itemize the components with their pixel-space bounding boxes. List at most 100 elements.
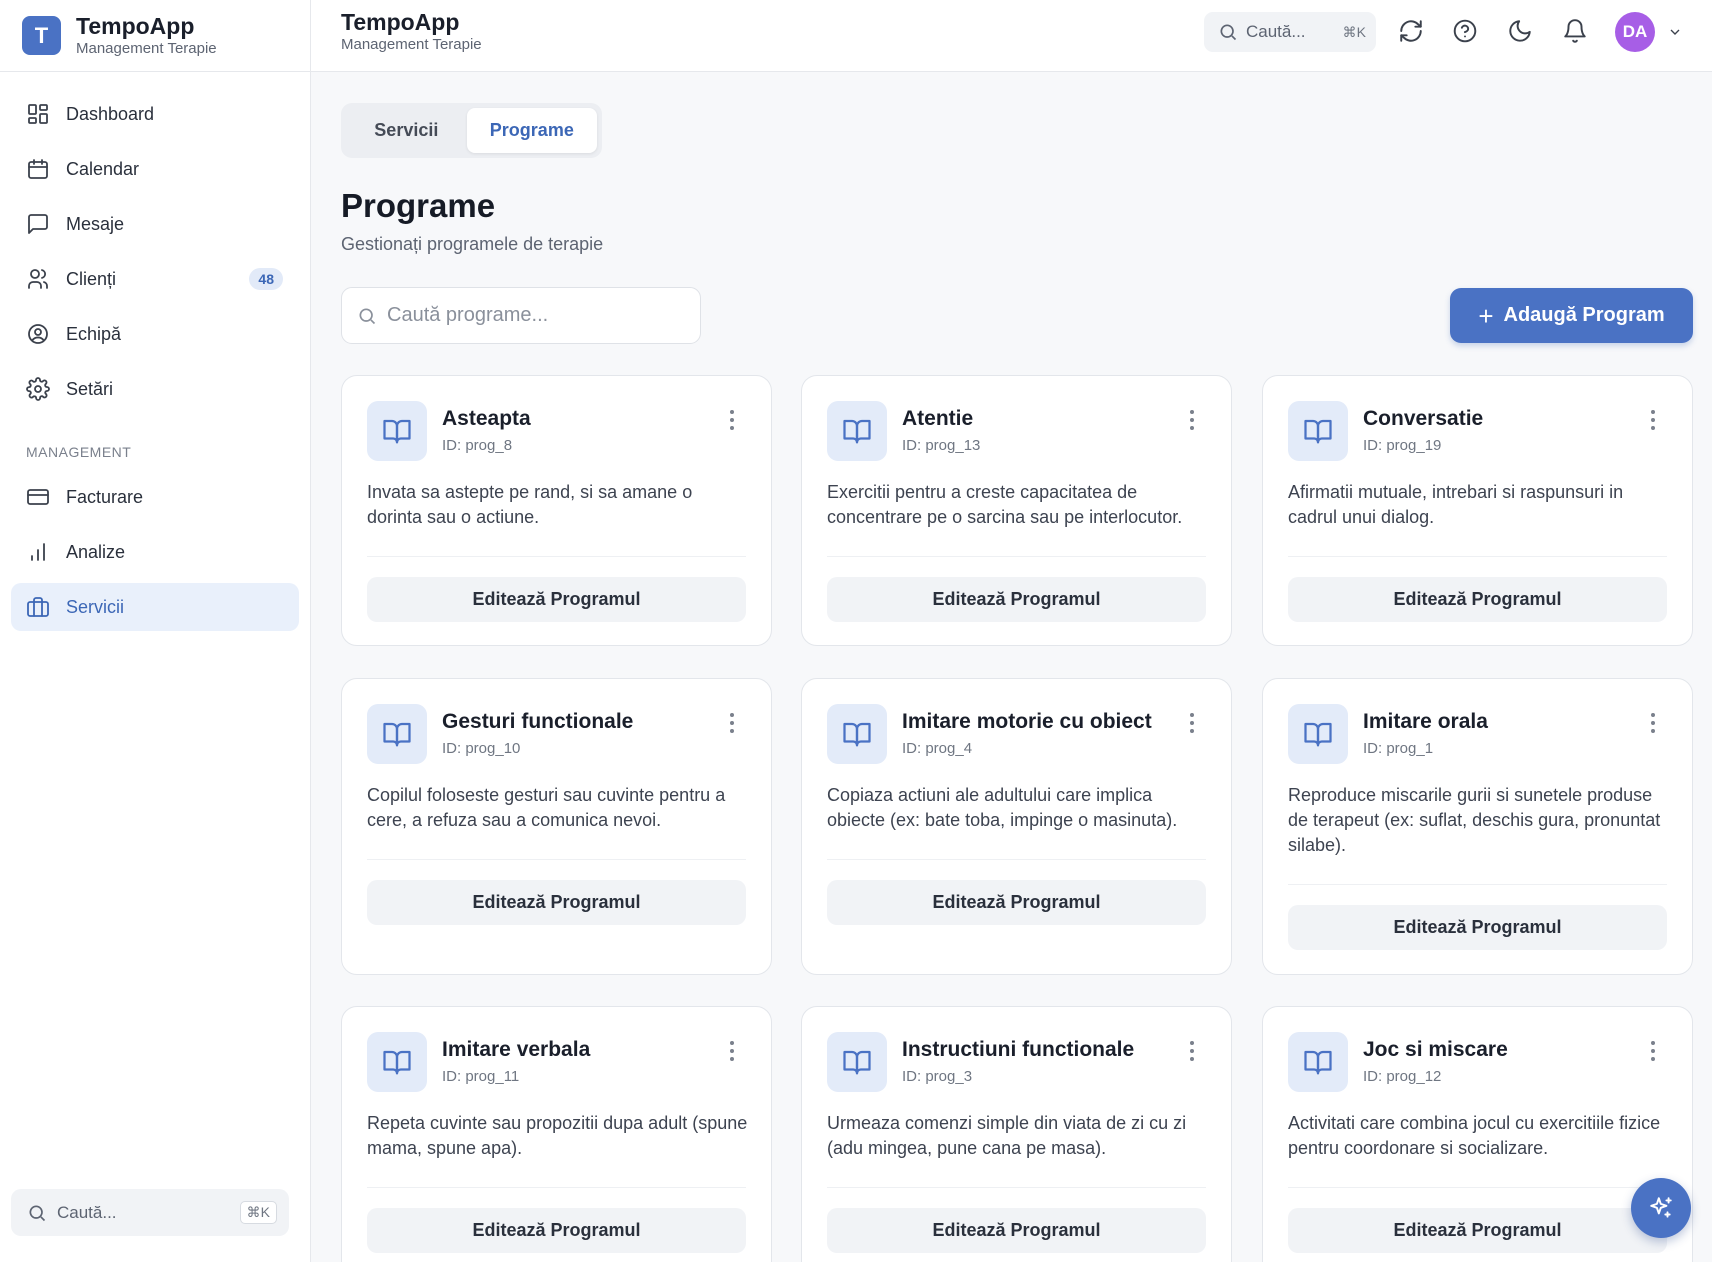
help-button[interactable] xyxy=(1452,18,1478,44)
moon-icon xyxy=(1509,20,1531,42)
card-divider xyxy=(1288,556,1667,557)
brand-subtitle: Management Terapie xyxy=(76,39,217,57)
card-divider xyxy=(367,1187,746,1188)
more-options-icon[interactable] xyxy=(1189,713,1195,733)
more-options-icon[interactable] xyxy=(729,410,735,430)
program-card: Asteapta ID: prog_8 Invata sa astepte pe… xyxy=(341,375,772,646)
edit-program-button[interactable]: Editează Programul xyxy=(367,880,746,925)
user-circle-icon xyxy=(28,324,48,344)
card-divider xyxy=(1288,884,1667,885)
header-brand: TempoApp Management Terapie xyxy=(341,9,482,55)
sidebar-search[interactable]: Caută... ⌘K xyxy=(11,1189,289,1236)
program-description: Reproduce miscarile gurii si sunetele pr… xyxy=(1288,785,1661,855)
sidebar-item-label: Clienți xyxy=(66,268,117,289)
credit-card-icon xyxy=(27,489,49,505)
program-card: Instructiuni functionale ID: prog_3 Urme… xyxy=(801,1006,1232,1262)
book-icon xyxy=(827,401,887,461)
sidebar-item-label: Servicii xyxy=(66,596,125,617)
edit-program-button[interactable]: Editează Programul xyxy=(827,1208,1206,1253)
edit-program-button[interactable]: Editează Programul xyxy=(827,880,1206,925)
dashboard-icon xyxy=(28,104,48,124)
bar-chart-icon xyxy=(31,543,45,561)
edit-program-button[interactable]: Editează Programul xyxy=(367,1208,746,1253)
program-title: Instructiuni functionale xyxy=(902,1038,1135,1061)
sidebar-search-label: Caută... xyxy=(57,1202,117,1222)
book-icon xyxy=(1288,704,1348,764)
shortcut-hint: ⌘K xyxy=(239,1201,277,1224)
program-card: Imitare verbala ID: prog_11 Repeta cuvin… xyxy=(341,1006,772,1262)
program-id: ID: prog_11 xyxy=(442,1068,520,1085)
card-divider xyxy=(827,1187,1206,1188)
edit-program-button[interactable]: Editează Programul xyxy=(1288,905,1667,950)
card-divider xyxy=(367,859,746,860)
more-options-icon[interactable] xyxy=(1650,713,1656,733)
help-icon xyxy=(1453,19,1477,43)
book-icon xyxy=(1288,1032,1348,1092)
sidebar-item-team[interactable]: Echipă xyxy=(11,310,299,358)
more-options-icon[interactable] xyxy=(1189,410,1195,430)
sidebar-item-messages[interactable]: Mesaje xyxy=(11,200,299,248)
sidebar-item-settings[interactable]: Setări xyxy=(11,365,299,413)
program-description: Repeta cuvinte sau propozitii dupa adult… xyxy=(367,1113,748,1158)
add-program-button[interactable]: + Adaugă Program xyxy=(1450,288,1693,343)
program-id: ID: prog_4 xyxy=(902,740,973,757)
notifications-button[interactable] xyxy=(1562,18,1588,44)
bell-icon xyxy=(1564,19,1586,43)
program-id: ID: prog_12 xyxy=(1363,1068,1442,1085)
more-options-icon[interactable] xyxy=(729,1041,735,1061)
more-options-icon[interactable] xyxy=(1650,1041,1656,1061)
sidebar-brand[interactable]: T TempoApp Management Terapie xyxy=(0,0,310,72)
more-options-icon[interactable] xyxy=(729,713,735,733)
theme-toggle-button[interactable] xyxy=(1507,18,1533,44)
card-divider xyxy=(1288,1187,1667,1188)
sidebar-item-calendar[interactable]: Calendar xyxy=(11,145,299,193)
program-title: Imitare verbala xyxy=(442,1038,591,1061)
briefcase-icon xyxy=(27,597,49,617)
ai-assistant-button[interactable] xyxy=(1631,1178,1691,1238)
gear-icon xyxy=(26,377,50,401)
book-icon xyxy=(827,1032,887,1092)
tab-services[interactable]: Servicii xyxy=(346,108,467,153)
sidebar-item-dashboard[interactable]: Dashboard xyxy=(11,90,299,138)
users-icon xyxy=(28,269,48,289)
management-section-label: MANAGEMENT xyxy=(26,444,132,460)
sidebar-item-label: Analize xyxy=(66,541,126,562)
top-header: TempoApp Management Terapie Caută... ⌘K … xyxy=(311,0,1712,72)
program-title: Atentie xyxy=(902,407,974,430)
program-search[interactable] xyxy=(341,287,701,344)
header-subtitle: Management Terapie xyxy=(341,36,482,53)
sidebar-item-analytics[interactable]: Analize xyxy=(11,528,299,576)
more-options-icon[interactable] xyxy=(1189,1041,1195,1061)
avatar[interactable]: DA xyxy=(1615,12,1655,52)
add-program-label: Adaugă Program xyxy=(1503,304,1665,326)
program-search-input[interactable] xyxy=(387,304,687,327)
search-icon xyxy=(359,308,376,324)
sparkles-icon xyxy=(1650,1197,1672,1218)
search-icon xyxy=(1220,24,1237,41)
edit-program-button[interactable]: Editează Programul xyxy=(1288,1208,1667,1253)
edit-program-button[interactable]: Editează Programul xyxy=(827,577,1206,622)
sidebar-item-label: Setări xyxy=(66,378,114,399)
program-description: Copilul foloseste gesturi sau cuvinte pe… xyxy=(367,785,726,830)
edit-program-button[interactable]: Editează Programul xyxy=(367,577,746,622)
program-id: ID: prog_13 xyxy=(902,437,981,454)
book-icon xyxy=(367,401,427,461)
program-description: Afirmatii mutuale, intrebari si raspunsu… xyxy=(1288,482,1624,527)
refresh-button[interactable] xyxy=(1398,18,1424,44)
header-search-label: Caută... xyxy=(1246,22,1306,41)
sidebar-item-services[interactable]: Servicii xyxy=(11,583,299,631)
account-menu-toggle[interactable] xyxy=(1667,24,1683,40)
program-id: ID: prog_3 xyxy=(902,1068,973,1085)
header-search[interactable]: Caută... ⌘K xyxy=(1204,12,1376,52)
program-card: Imitare orala ID: prog_1 Reproduce misca… xyxy=(1262,678,1693,975)
more-options-icon[interactable] xyxy=(1650,410,1656,430)
sidebar-item-clients[interactable]: Clienți 48 xyxy=(11,255,299,303)
search-icon xyxy=(29,1205,46,1221)
program-description: Activitati care combina jocul cu exercit… xyxy=(1288,1113,1661,1158)
program-title: Joc si miscare xyxy=(1363,1038,1508,1061)
sidebar-item-billing[interactable]: Facturare xyxy=(11,473,299,521)
program-card: Atentie ID: prog_13 Exercitii pentru a c… xyxy=(801,375,1232,646)
tab-programs[interactable]: Programe xyxy=(466,108,597,153)
edit-program-button[interactable]: Editează Programul xyxy=(1288,577,1667,622)
program-id: ID: prog_19 xyxy=(1363,437,1442,454)
